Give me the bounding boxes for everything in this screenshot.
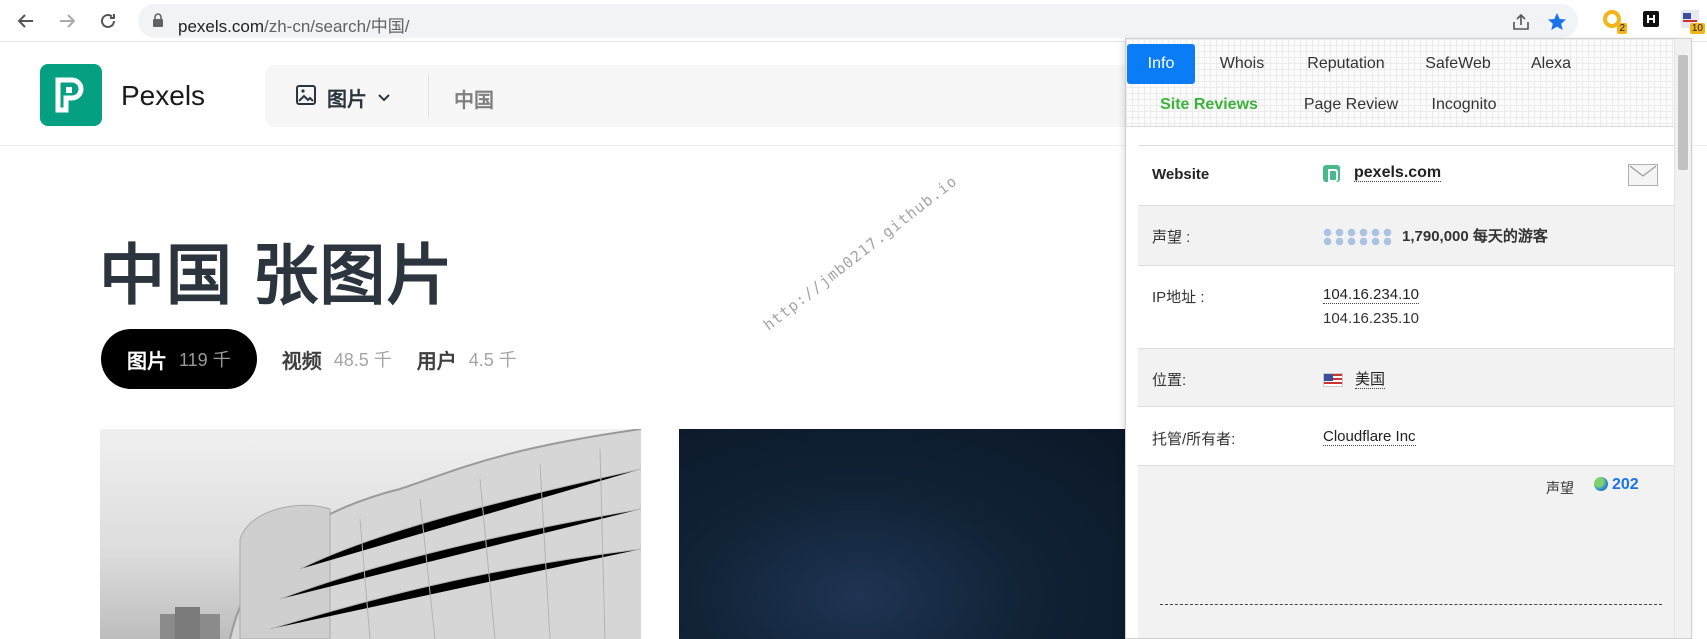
scrollbar-thumb[interactable] <box>1678 55 1688 170</box>
dashed-divider <box>1160 604 1662 605</box>
popup-scrollbar[interactable] <box>1674 39 1691 638</box>
tab-info[interactable]: Info <box>1127 44 1195 84</box>
tab-site-reviews[interactable]: Site Reviews <box>1144 85 1274 125</box>
tab-safeweb[interactable]: SafeWeb <box>1413 44 1503 84</box>
tab-count: 4.5 千 <box>468 350 517 370</box>
search-input[interactable]: 中国 <box>454 84 494 113</box>
tab-incognito[interactable]: Incognito <box>1424 85 1504 125</box>
share-icon[interactable] <box>1510 11 1532 33</box>
ip-row: IP地址 : 104.16.234.10 104.16.235.10 <box>1138 265 1674 348</box>
search-divider <box>428 75 429 117</box>
popup-tab-bar: Info Whois Reputation SafeWeb Alexa Site… <box>1126 39 1691 127</box>
extension-h-icon[interactable] <box>1640 8 1662 30</box>
browser-toolbar: pexels.com/zh-cn/search/中国/ 2 10 <box>0 0 1707 42</box>
host-label: 托管/所有者: <box>1152 431 1236 448</box>
ip-address-2: 104.16.235.10 <box>1323 310 1419 327</box>
search-type-label: 图片 <box>327 89 367 111</box>
extension-badge: 10 <box>1689 23 1705 34</box>
tab-page-review[interactable]: Page Review <box>1286 85 1416 125</box>
search-type-dropdown[interactable]: 图片 <box>295 83 391 112</box>
website-value-wrap: pexels.com <box>1323 164 1442 182</box>
photo-thumbnail[interactable] <box>100 429 641 639</box>
result-tabs: 图片 119 千 视频 48.5 千 用户 4.5 千 <box>101 329 517 389</box>
site-brand[interactable]: Pexels <box>121 80 205 112</box>
reputation-value: 1,790,000 每天的游客 <box>1402 228 1548 245</box>
extension-flag-icon[interactable]: 10 <box>1679 8 1705 34</box>
rank-row: 声望 202 <box>1138 465 1674 638</box>
host-value[interactable]: Cloudflare Inc <box>1323 428 1416 446</box>
tab-label: 图片 <box>127 350 167 373</box>
email-icon[interactable] <box>1628 164 1658 186</box>
tab-label: 用户 <box>416 350 457 373</box>
location-label: 位置: <box>1152 372 1187 389</box>
forward-icon[interactable] <box>53 7 81 35</box>
ip-label: IP地址 : <box>1152 289 1205 306</box>
extension-badge: 2 <box>1617 23 1627 34</box>
image-icon <box>295 84 317 112</box>
watermark-text: http://jmb0217.github.io <box>760 171 961 335</box>
location-row: 位置: 美国 <box>1138 348 1674 406</box>
page-title: 中国 张图片 <box>99 238 454 312</box>
tab-alexa[interactable]: Alexa <box>1521 44 1581 84</box>
tab-reputation[interactable]: Reputation <box>1291 44 1401 84</box>
us-flag-icon <box>1323 373 1343 388</box>
tab-users[interactable]: 用户 4.5 千 <box>417 345 517 374</box>
site-info-popup: Info Whois Reputation SafeWeb Alexa Site… <box>1125 38 1692 639</box>
chevron-down-icon <box>377 86 391 109</box>
url-text: pexels.com/zh-cn/search/中国/ <box>178 17 410 36</box>
photo-architecture <box>160 429 641 639</box>
extension-reputation-icon[interactable]: 2 <box>1601 8 1627 34</box>
site-favicon-icon <box>1323 164 1340 182</box>
tab-label: 视频 <box>281 350 322 373</box>
reputation-row: 声望 : 1,790,000 每天的游客 <box>1138 205 1674 265</box>
bookmark-star-icon[interactable] <box>1546 11 1568 33</box>
reputation-label: 声望 : <box>1152 229 1191 246</box>
address-bar[interactable]: pexels.com/zh-cn/search/中国/ <box>138 4 1578 38</box>
tab-videos[interactable]: 视频 48.5 千 <box>282 345 392 374</box>
website-label: Website <box>1152 166 1210 183</box>
reputation-value-wrap: 1,790,000 每天的游客 <box>1323 225 1548 247</box>
location-value[interactable]: 美国 <box>1355 371 1386 389</box>
globe-icon <box>1594 477 1608 491</box>
tab-whois[interactable]: Whois <box>1208 44 1276 84</box>
rank-value: 202 <box>1612 476 1639 493</box>
reputation-dots-icon <box>1323 228 1392 247</box>
location-value-wrap: 美国 <box>1323 368 1386 389</box>
tab-count: 119 千 <box>179 350 231 370</box>
pexels-logo-icon[interactable] <box>40 64 102 126</box>
tab-count: 48.5 千 <box>333 350 392 370</box>
tab-photos[interactable]: 图片 119 千 <box>101 329 257 389</box>
website-link[interactable]: pexels.com <box>1354 164 1442 182</box>
ip-address-1[interactable]: 104.16.234.10 <box>1323 286 1419 304</box>
photo-thumbnail[interactable] <box>679 429 1129 639</box>
reload-icon[interactable] <box>94 7 122 35</box>
rank-value-wrap[interactable]: 202 <box>1594 476 1639 494</box>
site-info-table: Website pexels.com 声望 : 1,790,000 每天的游客 … <box>1138 145 1674 638</box>
host-row: 托管/所有者: Cloudflare Inc <box>1138 406 1674 465</box>
rank-label: 声望 <box>1546 480 1574 496</box>
lock-icon <box>152 13 164 33</box>
back-icon[interactable] <box>12 7 40 35</box>
website-row: Website pexels.com <box>1138 145 1674 205</box>
